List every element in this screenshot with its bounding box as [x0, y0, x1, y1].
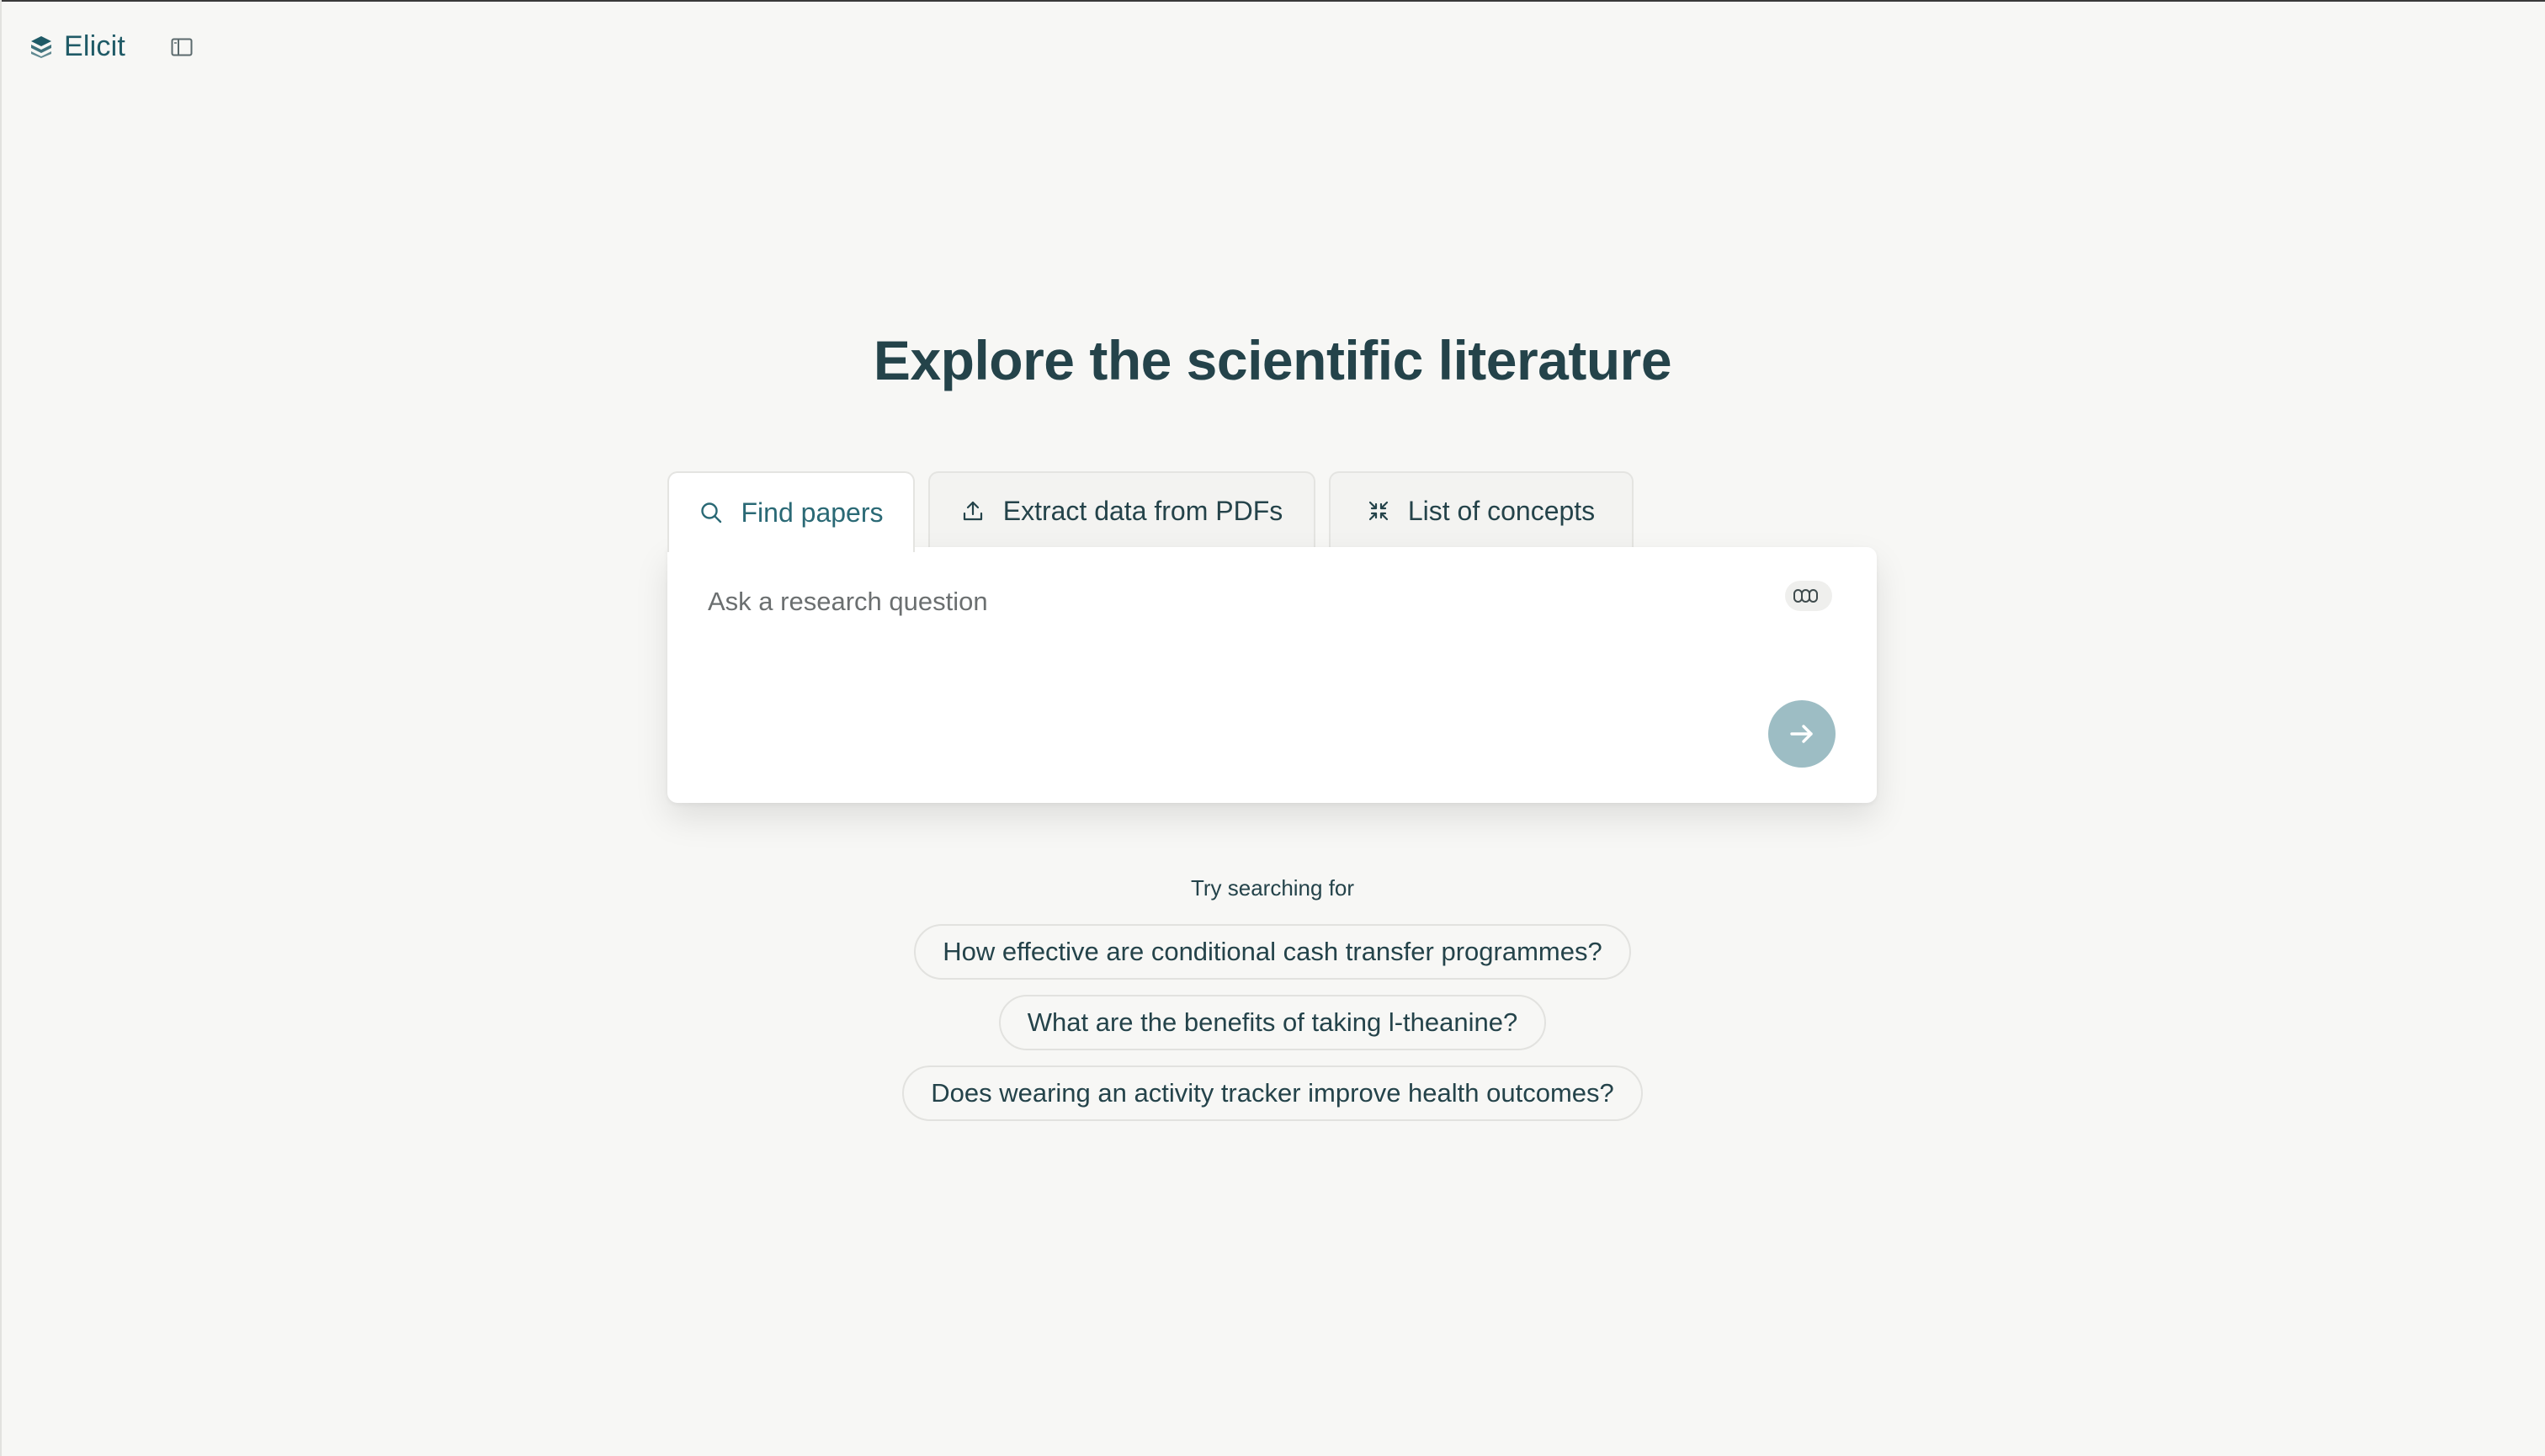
suggestions-label: Try searching for	[1190, 875, 1355, 901]
model-mode-toggle[interactable]	[1785, 581, 1832, 611]
tab-label: Extract data from PDFs	[1002, 495, 1283, 526]
tab-label: Find papers	[741, 497, 884, 528]
suggestion-list: How effective are conditional cash trans…	[0, 924, 2545, 1121]
submit-search-button[interactable]	[1768, 700, 1836, 768]
search-icon	[699, 501, 723, 524]
page-title: Explore the scientific literature	[873, 329, 1672, 391]
suggestion-chip[interactable]: Does wearing an activity tracker improve…	[902, 1065, 1643, 1121]
brand-name: Elicit	[64, 29, 125, 62]
tab-list-of-concepts[interactable]: List of concepts	[1329, 471, 1634, 549]
upload-icon	[961, 499, 985, 523]
elicit-logo-icon	[31, 36, 51, 58]
elicit-logo-link[interactable]: Elicit	[29, 29, 125, 64]
window-left-border	[0, 0, 2, 1456]
sidebar-toggle-button[interactable]	[167, 34, 197, 61]
collapse-arrows-icon	[1368, 500, 1389, 522]
arrow-right-icon	[1790, 725, 1813, 743]
tab-label: List of concepts	[1407, 495, 1596, 526]
suggestion-chip[interactable]: How effective are conditional cash trans…	[914, 924, 1631, 980]
search-card	[667, 547, 1877, 803]
toggle-icon	[1793, 589, 1818, 603]
tab-extract-data[interactable]: Extract data from PDFs	[928, 471, 1315, 549]
sidebar-panel-icon	[171, 38, 193, 56]
window-top-border	[0, 0, 2545, 2]
research-question-input[interactable]	[708, 581, 1718, 623]
suggestion-chip[interactable]: What are the benefits of taking l-theani…	[998, 995, 1547, 1050]
tab-find-papers[interactable]: Find papers	[667, 471, 915, 552]
